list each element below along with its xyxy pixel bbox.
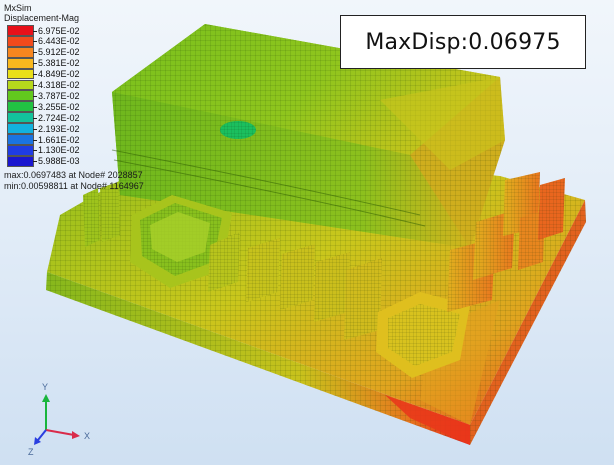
x-axis-line bbox=[45, 429, 75, 436]
x-axis-label: X bbox=[84, 431, 90, 441]
contour-legend: MxSim Displacement-Mag 6.975E-02 6.443E-0… bbox=[4, 3, 144, 192]
legend-level-label: 6.443E-02 bbox=[33, 36, 80, 47]
legend-swatch bbox=[7, 101, 34, 113]
legend-swatch bbox=[7, 144, 34, 156]
legend-level-label: 5.381E-02 bbox=[33, 58, 80, 69]
graphics-viewport[interactable]: MxSim Displacement-Mag 6.975E-02 6.443E-0… bbox=[0, 0, 614, 465]
legend-level-label: 6.975E-02 bbox=[33, 25, 80, 36]
legend-max-value: max:0.0697483 at Node# 2028857 bbox=[4, 170, 143, 180]
coordinate-triad: Y X Z bbox=[28, 382, 90, 457]
max-displacement-annotation[interactable]: MaxDisp:0.06975 bbox=[340, 15, 586, 69]
legend-color-scale: 6.975E-02 6.443E-02 5.912E-02 5.381E-02 4.84… bbox=[4, 25, 124, 167]
x-axis-arrow bbox=[72, 431, 80, 439]
legend-min-value: min:0.00598811 at Node# 1164967 bbox=[4, 181, 144, 191]
legend-swatch bbox=[7, 155, 34, 167]
legend-app-name: MxSim bbox=[4, 3, 32, 13]
legend-swatch bbox=[7, 57, 34, 69]
max-displacement-label: MaxDisp:0.06975 bbox=[365, 29, 561, 55]
legend-level-label: 5.988E-03 bbox=[33, 156, 80, 167]
legend-swatch bbox=[7, 134, 34, 145]
legend-level-label: 2.724E-02 bbox=[33, 112, 80, 123]
legend-level-label: 4.849E-02 bbox=[33, 69, 80, 80]
legend-level-label: 2.193E-02 bbox=[33, 123, 80, 134]
z-axis-label: Z bbox=[28, 447, 34, 457]
legend-extrema: max:0.0697483 at Node# 2028857 min:0.005… bbox=[4, 170, 144, 192]
z-axis-line bbox=[37, 429, 47, 441]
legend-swatch bbox=[7, 90, 34, 102]
legend-level-label: 4.318E-02 bbox=[33, 80, 80, 90]
legend-level-label: 5.912E-02 bbox=[33, 47, 80, 58]
legend-swatch bbox=[7, 123, 34, 134]
legend-swatch bbox=[7, 46, 34, 58]
legend-level-label: 1.661E-02 bbox=[33, 134, 80, 145]
legend-swatch bbox=[7, 79, 34, 91]
legend-swatch bbox=[7, 112, 34, 124]
legend-swatch bbox=[7, 25, 34, 36]
legend-result-type: Displacement-Mag bbox=[4, 13, 80, 23]
legend-level-label: 3.255E-02 bbox=[33, 101, 80, 112]
legend-level-label: 3.787E-02 bbox=[33, 90, 80, 101]
y-axis-label: Y bbox=[42, 382, 48, 392]
legend-level-label: 1.130E-02 bbox=[33, 145, 80, 156]
legend-swatch bbox=[7, 68, 34, 80]
y-axis-arrow bbox=[42, 394, 50, 402]
legend-swatch bbox=[7, 35, 34, 47]
